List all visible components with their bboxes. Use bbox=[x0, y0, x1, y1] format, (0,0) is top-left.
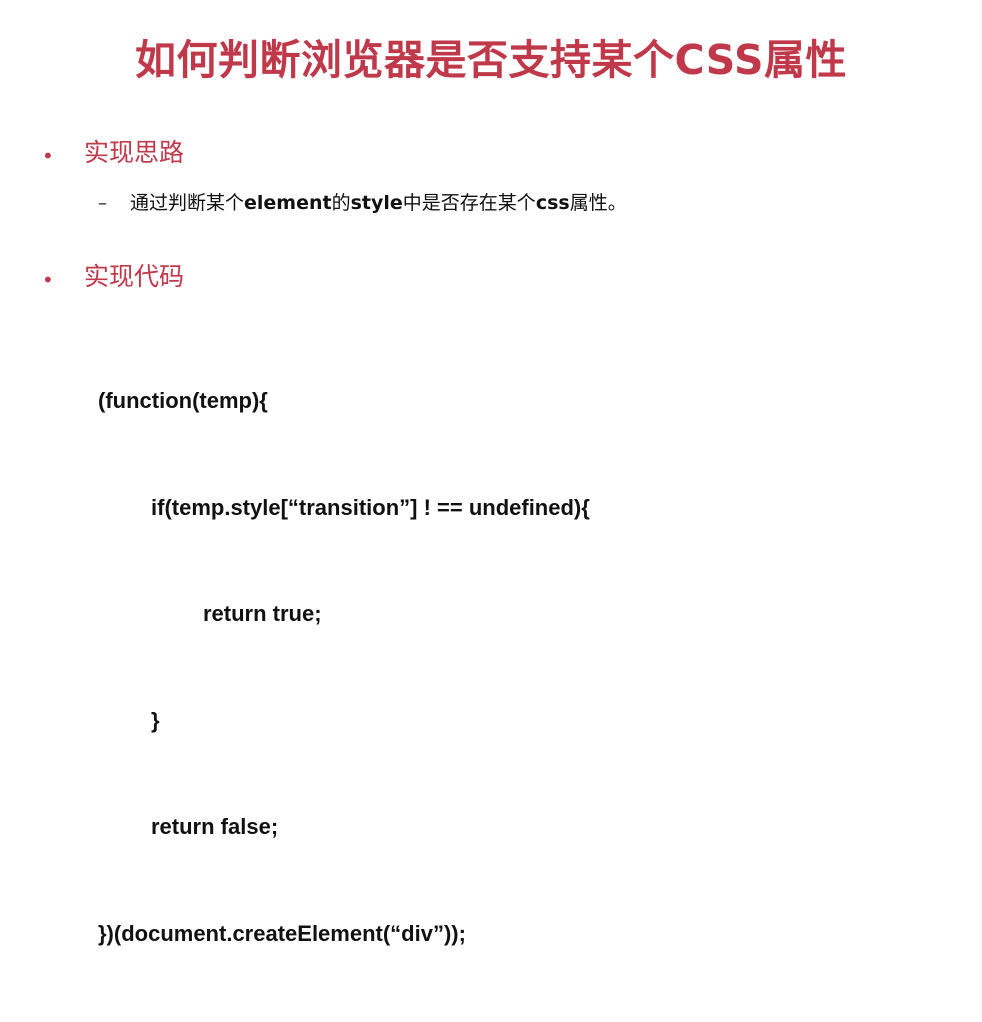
approach-keyword-element: element bbox=[244, 192, 332, 214]
approach-keyword-style: style bbox=[350, 192, 403, 214]
code-line: return true; bbox=[203, 601, 322, 626]
slide-title: 如何判断浏览器是否支持某个CSS属性 bbox=[134, 36, 848, 84]
approach-text-2: 的 bbox=[331, 192, 351, 214]
code-line: if(temp.style[“transition”] ! == undefin… bbox=[151, 494, 590, 520]
approach-text-3: 中是否存在某个 bbox=[402, 192, 536, 214]
approach-text-1: 通过判断某个 bbox=[130, 192, 245, 214]
slide: 如何判断浏览器是否支持某个CSS属性 • 实现思路 – 通过判断某个elemen… bbox=[0, 0, 982, 946]
code-line: })(document.createElement(“div”)); bbox=[98, 920, 466, 946]
code-block: (function(temp){ if(temp.style[“transiti… bbox=[98, 312, 590, 1022]
section-heading-code: 实现代码 bbox=[84, 262, 185, 291]
code-line: return false; bbox=[151, 814, 279, 839]
code-line: (function(temp){ bbox=[98, 388, 268, 413]
sub-bullet-dash: – bbox=[98, 193, 107, 214]
approach-text-4: 属性。 bbox=[569, 192, 627, 214]
bullet-point: • bbox=[42, 144, 54, 168]
approach-keyword-css: css bbox=[535, 192, 570, 214]
approach-description: 通过判断某个element的style中是否存在某个css属性。 bbox=[130, 188, 627, 218]
section-heading-approach: 实现思路 bbox=[84, 138, 185, 167]
code-line: } bbox=[151, 707, 160, 733]
bullet-point: • bbox=[42, 268, 54, 292]
